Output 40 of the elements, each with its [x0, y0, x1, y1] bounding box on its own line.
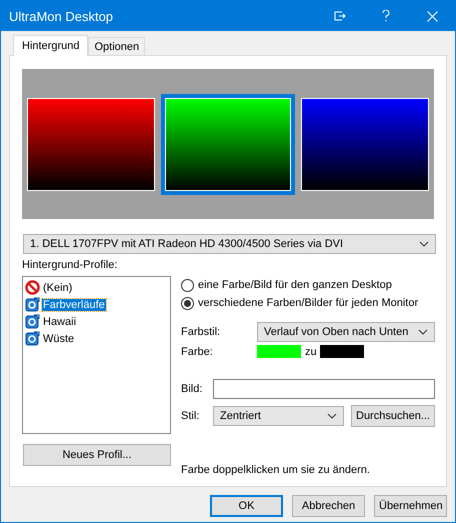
no-entry-icon	[25, 280, 40, 295]
radio-label[interactable]: verschiedene Farben/Bilder für jeden Monitor	[198, 297, 418, 309]
color-label: Farbe:	[181, 346, 214, 358]
chevron-down-icon	[327, 413, 337, 419]
chevron-down-icon	[419, 241, 429, 247]
radio-label[interactable]: eine Farbe/Bild für den ganzen Desktop	[198, 279, 392, 291]
style-label: Stil:	[181, 410, 200, 422]
dialog-button[interactable]: Abbrechen	[292, 495, 365, 517]
profile-item[interactable]: Farbverläufe	[42, 298, 106, 310]
picture-label: Bild:	[181, 383, 204, 395]
dialog-button[interactable]: OK	[210, 495, 283, 517]
chevron-down-icon	[418, 329, 428, 335]
profile-item[interactable]: Hawaii	[42, 316, 78, 328]
tab[interactable]: Hintergrund	[13, 35, 88, 56]
profile-list[interactable]: (Kein) Farbverläufe Hawaii Wüste	[22, 276, 171, 434]
monitor[interactable]	[161, 94, 295, 194]
color-swatch[interactable]	[257, 345, 301, 358]
monitor-dropdown[interactable]: 1. DELL 1707FPV mit ATI Radeon HD 4300/4500 Series via DVI	[23, 234, 436, 254]
profile-item[interactable]: (Kein)	[42, 282, 74, 294]
hint-text: Farbe doppelklicken um sie zu ändern.	[181, 464, 371, 476]
new-profile-button[interactable]: Neues Profil...	[23, 444, 171, 466]
profile-icon	[25, 297, 40, 312]
profile-icon	[25, 314, 40, 329]
color-style-dropdown[interactable]: Verlauf von Oben nach Unten	[257, 322, 435, 342]
radio-button[interactable]	[181, 296, 194, 310]
window-title: UltraMon Desktop	[9, 8, 114, 24]
to-label: zu	[305, 346, 317, 358]
profiles-label: Hintergrund-Profile:	[22, 259, 118, 271]
tab[interactable]: Optionen	[88, 37, 146, 55]
style-dropdown[interactable]: Zentriert	[213, 406, 344, 426]
profile-item[interactable]: Wüste	[42, 332, 76, 344]
picture-input-field[interactable]	[213, 379, 435, 399]
radio-button[interactable]	[181, 278, 194, 292]
exit-icon[interactable]	[334, 11, 346, 21]
close-icon[interactable]	[426, 10, 438, 22]
dialog-button[interactable]: Übernehmen	[374, 495, 447, 517]
color-swatch[interactable]	[320, 345, 364, 358]
color-style-label: Farbstil:	[181, 326, 222, 338]
profile-icon	[25, 331, 40, 346]
browse-button[interactable]: Durchsuchen...	[351, 405, 435, 427]
